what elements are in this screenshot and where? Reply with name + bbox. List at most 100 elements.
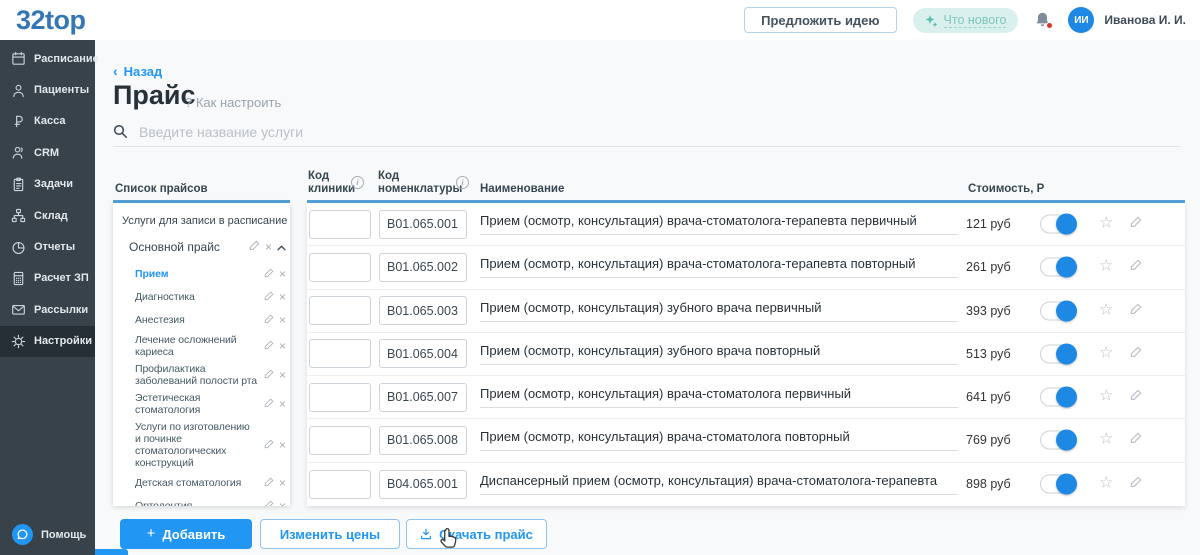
nomenclature-code-input[interactable] — [379, 425, 467, 455]
active-toggle[interactable] — [1040, 386, 1077, 408]
sidebar-item-mailings[interactable]: Рассылки — [0, 294, 95, 325]
add-button[interactable]: + Добавить — [120, 519, 252, 549]
clinic-code-input[interactable] — [309, 339, 371, 369]
main-price-label[interactable]: Основной прайс — [129, 240, 249, 254]
active-toggle[interactable] — [1040, 213, 1077, 235]
edit-icon[interactable] — [264, 265, 274, 283]
sidebar-item-cashdesk[interactable]: Касса — [0, 106, 95, 137]
sidebar-item-settings[interactable]: Настройки — [0, 325, 95, 357]
delete-icon[interactable]: × — [265, 241, 272, 253]
delete-icon[interactable]: × — [279, 439, 286, 451]
nomenclature-code-input[interactable] — [379, 209, 467, 239]
delete-icon[interactable]: × — [279, 314, 286, 326]
edit-icon[interactable] — [1130, 475, 1142, 493]
help-button[interactable]: Помощь — [12, 524, 86, 545]
nomenclature-code-info-icon[interactable]: i — [456, 176, 469, 189]
delete-icon[interactable]: × — [279, 340, 286, 352]
edit-icon[interactable] — [1130, 345, 1142, 363]
active-toggle[interactable] — [1040, 429, 1077, 451]
table-row: Прием (осмотр, консультация) зубного вра… — [307, 333, 1185, 377]
nomenclature-code-input[interactable] — [379, 469, 467, 499]
nomenclature-code-input[interactable] — [379, 382, 467, 412]
clinic-code-input[interactable] — [309, 296, 371, 326]
sidebar-item-tasks[interactable]: Задачи — [0, 169, 95, 200]
edit-icon[interactable] — [1130, 215, 1142, 233]
delete-icon[interactable]: × — [279, 477, 286, 489]
nomenclature-code-input[interactable] — [379, 296, 467, 326]
back-link[interactable]: ‹ Назад — [113, 63, 162, 79]
sidebar-item-crm[interactable]: CRM — [0, 137, 95, 168]
star-icon[interactable]: ☆ — [1099, 431, 1113, 448]
active-toggle[interactable] — [1040, 256, 1077, 278]
service-name[interactable]: Прием (осмотр, консультация) зубного вра… — [480, 300, 958, 322]
price-group-title[interactable]: Услуги для записи в расписание — [122, 215, 290, 227]
delete-icon[interactable]: × — [279, 291, 286, 303]
service-name[interactable]: Прием (осмотр, консультация) врача-стома… — [480, 256, 958, 279]
delete-icon[interactable]: × — [279, 500, 286, 506]
category-item[interactable]: Услуги по изготовлению и починке стомато… — [135, 421, 286, 469]
clinic-code-input[interactable] — [309, 382, 371, 412]
service-name[interactable]: Прием (осмотр, консультация) зубного вра… — [480, 343, 958, 365]
edit-icon[interactable] — [1130, 258, 1142, 276]
star-icon[interactable]: ☆ — [1099, 258, 1113, 275]
sidebar-item-schedule[interactable]: Расписание — [0, 43, 99, 74]
nomenclature-code-input[interactable] — [379, 252, 467, 282]
how-to-configure-link[interactable]: ? Как настроить — [185, 95, 281, 110]
active-toggle[interactable] — [1040, 343, 1077, 365]
category-item[interactable]: Прием × — [135, 265, 286, 283]
edit-icon[interactable] — [264, 366, 274, 384]
service-name[interactable]: Прием (осмотр, консультация) врача-стома… — [480, 429, 958, 452]
star-icon[interactable]: ☆ — [1099, 345, 1113, 361]
sidebar-item-warehouse[interactable]: Склад — [0, 200, 95, 231]
service-name[interactable]: Диспансерный прием (осмотр, консультация… — [480, 473, 958, 496]
change-prices-button[interactable]: Изменить цены — [260, 519, 400, 549]
edit-icon[interactable] — [264, 311, 274, 329]
star-icon[interactable]: ☆ — [1099, 388, 1113, 405]
category-item[interactable]: Детская стоматология × — [135, 474, 286, 492]
clinic-code-input[interactable] — [309, 209, 371, 239]
star-icon[interactable]: ☆ — [1099, 475, 1113, 492]
avatar[interactable]: ИИ — [1068, 7, 1095, 33]
search-input[interactable] — [137, 122, 1180, 141]
nomenclature-code-input[interactable] — [379, 339, 467, 369]
sidebar-item-patients[interactable]: Пациенты — [0, 74, 95, 105]
edit-icon[interactable] — [264, 474, 274, 492]
delete-icon[interactable]: × — [279, 398, 286, 410]
sidebar-item-payroll[interactable]: Расчет ЗП — [0, 263, 95, 294]
whats-new-button[interactable]: Что нового — [912, 7, 1019, 33]
service-name[interactable]: Прием (осмотр, консультация) врача-стома… — [480, 386, 958, 409]
notifications-bell-icon[interactable] — [1034, 10, 1054, 30]
suggest-idea-button[interactable]: Предложить идею — [744, 7, 897, 33]
category-item[interactable]: Ортодонтия × — [135, 497, 286, 506]
category-item[interactable]: Профилактика заболеваний полости рта × — [135, 363, 286, 387]
user-name[interactable]: Иванова И. И. — [1104, 13, 1186, 27]
edit-icon[interactable] — [264, 337, 274, 355]
clinic-code-info-icon[interactable]: i — [351, 176, 364, 189]
edit-icon[interactable] — [1130, 302, 1142, 320]
active-toggle[interactable] — [1040, 300, 1077, 322]
edit-icon[interactable] — [264, 288, 274, 306]
edit-icon[interactable] — [264, 497, 274, 506]
service-name[interactable]: Прием (осмотр, консультация) врача-стома… — [480, 213, 958, 236]
delete-icon[interactable]: × — [279, 268, 286, 280]
edit-icon[interactable] — [1130, 388, 1142, 406]
category-item[interactable]: Диагностика × — [135, 288, 286, 306]
download-price-button[interactable]: Скачать прайс — [406, 519, 547, 549]
star-icon[interactable]: ☆ — [1099, 302, 1113, 318]
active-toggle[interactable] — [1040, 473, 1077, 495]
edit-icon[interactable] — [1130, 431, 1142, 449]
delete-icon[interactable]: × — [279, 369, 286, 381]
edit-icon[interactable] — [249, 238, 260, 256]
clinic-code-input[interactable] — [309, 252, 371, 282]
star-icon[interactable]: ☆ — [1099, 215, 1113, 232]
category-item[interactable]: Анестезия × — [135, 311, 286, 329]
clinic-code-input[interactable] — [309, 425, 371, 455]
clinic-code-input[interactable] — [309, 469, 371, 499]
column-header-name: Наименование — [480, 183, 565, 195]
edit-icon[interactable] — [264, 395, 274, 413]
category-item[interactable]: Лечение осложнений кариеса × — [135, 334, 286, 358]
category-item[interactable]: Эстетическая стоматология × — [135, 392, 286, 416]
collapse-icon[interactable] — [277, 238, 286, 256]
sidebar-item-reports[interactable]: Отчеты — [0, 231, 95, 262]
edit-icon[interactable] — [264, 436, 274, 454]
